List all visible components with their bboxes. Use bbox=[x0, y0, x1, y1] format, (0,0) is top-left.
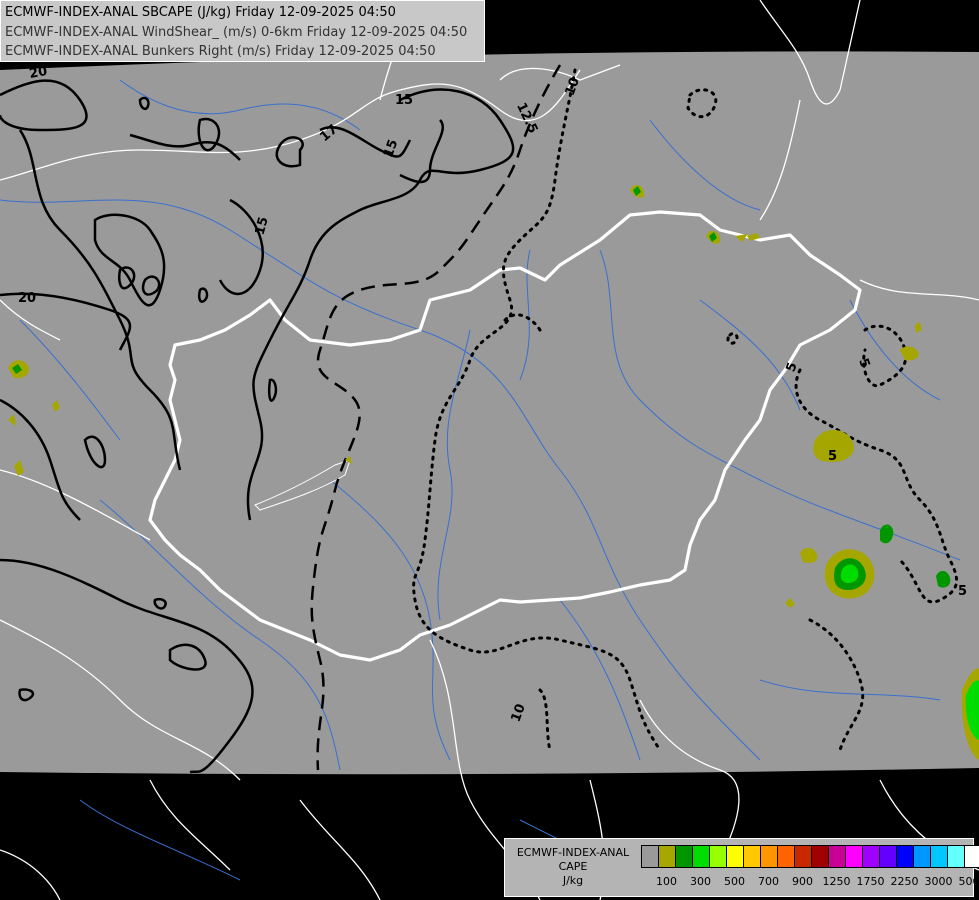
legend-swatch bbox=[778, 846, 795, 867]
legend-swatch bbox=[761, 846, 778, 867]
legend-swatch bbox=[965, 846, 979, 867]
legend-swatch bbox=[863, 846, 880, 867]
legend-swatch bbox=[710, 846, 727, 867]
label-shear-20a: 20 bbox=[28, 64, 48, 82]
legend-title: ECMWF-INDEX-ANAL bbox=[516, 846, 630, 859]
label-storm-5d: 5 bbox=[958, 584, 967, 599]
legend-swatch bbox=[693, 846, 710, 867]
legend-unit: J/kg bbox=[562, 874, 584, 887]
legend-swatch bbox=[880, 846, 897, 867]
legend-swatch bbox=[897, 846, 914, 867]
legend-tick-label: 1250 bbox=[822, 875, 851, 888]
legend-swatch bbox=[948, 846, 965, 867]
weather-map: 20 20 15 15 15 17 12.5 10 5 5 5 5 10 bbox=[0, 0, 979, 900]
legend-swatch bbox=[795, 846, 812, 867]
legend-tick-label: 1750 bbox=[856, 875, 885, 888]
legend-ticks: 100 300 500 700 900 1250 1750 2250 3000 5000 bbox=[641, 875, 979, 889]
label-shear-20b: 20 bbox=[18, 291, 36, 306]
title-line-bunkers: ECMWF-INDEX-ANAL Bunkers Right (m/s) Fri… bbox=[5, 44, 436, 59]
title-box: ECMWF-INDEX-ANAL SBCAPE (J/kg) Friday 12… bbox=[0, 0, 485, 62]
legend-tick-label: 900 bbox=[792, 875, 813, 888]
legend-color-bar bbox=[641, 845, 979, 868]
legend-swatch bbox=[846, 846, 863, 867]
title-line-windshear: ECMWF-INDEX-ANAL WindShear_ (m/s) 0-6km … bbox=[5, 24, 468, 40]
label-shear-15a: 15 bbox=[395, 93, 413, 108]
legend-swatch bbox=[727, 846, 744, 867]
cape-legend: ECMWF-INDEX-ANAL CAPE J/kg 100 300 500 700 9… bbox=[504, 838, 979, 897]
legend-swatch bbox=[744, 846, 761, 867]
legend-tick-label: 700 bbox=[758, 875, 779, 888]
legend-tick-label: 5000 bbox=[958, 875, 979, 888]
legend-swatch bbox=[931, 846, 948, 867]
legend-swatch bbox=[914, 846, 931, 867]
legend-swatch bbox=[829, 846, 846, 867]
model-domain bbox=[0, 51, 979, 775]
legend-tick-label: 100 bbox=[656, 875, 677, 888]
title-line-sbcape: ECMWF-INDEX-ANAL SBCAPE (J/kg) Friday 12… bbox=[5, 5, 396, 20]
legend-tick-label: 3000 bbox=[924, 875, 953, 888]
legend-swatch bbox=[659, 846, 676, 867]
legend-tick-label: 500 bbox=[724, 875, 745, 888]
legend-label: ECMWF-INDEX-ANAL CAPE J/kg bbox=[509, 846, 637, 888]
legend-swatch bbox=[642, 846, 659, 867]
legend-tick-label: 300 bbox=[690, 875, 711, 888]
label-storm-5c: 5 bbox=[828, 449, 837, 464]
legend-swatch bbox=[812, 846, 829, 867]
legend-variable: CAPE bbox=[558, 860, 588, 873]
legend-tick-label: 2250 bbox=[890, 875, 919, 888]
legend-swatch bbox=[676, 846, 693, 867]
